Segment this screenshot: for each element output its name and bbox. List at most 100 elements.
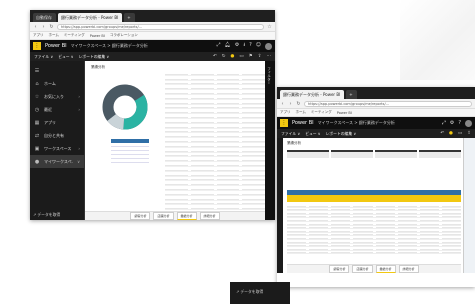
app-launcher-icon[interactable]: ⋮ (33, 42, 41, 50)
kpi-card[interactable] (331, 150, 373, 158)
sidebar-item-recent[interactable]: ◷ 最近 › (30, 103, 84, 116)
new-tab-button[interactable]: + (346, 90, 357, 99)
refresh-icon[interactable]: ↻ (222, 54, 226, 59)
reload-icon[interactable]: ↻ (296, 101, 301, 107)
page-tab-detail[interactable]: 詳細分析 (199, 212, 220, 220)
share-icon[interactable]: ⇪ (467, 131, 471, 136)
table-cell (375, 251, 395, 254)
page-tab-store[interactable]: 店舗分析 (352, 265, 373, 273)
app-launcher-icon[interactable]: ⋮ (280, 119, 288, 127)
bookmark-powerbi[interactable]: Power BI (337, 111, 352, 115)
forward-icon[interactable]: › (288, 101, 293, 107)
menu-edit-report[interactable]: レポートの編集 ∨ (79, 54, 110, 60)
back-icon[interactable]: ‹ (33, 24, 38, 30)
navigation-pane: ☰ ⌂ ホーム ☆ お気に入り › ◷ 最近 › ▦ アプリ ⇄ 自分と共有 ▣ ワークスペース… (30, 61, 84, 220)
table-cell (441, 204, 461, 207)
comment-icon[interactable]: ▭ (239, 54, 243, 59)
expand-icon[interactable]: ⤢ (217, 42, 221, 50)
menu-file[interactable]: ファイル ∨ (34, 54, 53, 60)
expand-icon[interactable]: ⤢ (442, 120, 446, 126)
bookmark-apps[interactable]: アプリ (33, 33, 44, 38)
table-cell (165, 201, 188, 205)
bookmark-meeting[interactable]: ミーティング (311, 110, 332, 115)
page-tab-customer[interactable]: 顧客分析 (329, 265, 350, 273)
breadcrumb[interactable]: マイワークスペース > 銀行業務データ分析 (318, 120, 438, 126)
sidebar-item-workspaces[interactable]: ▣ ワークスペース › (30, 142, 84, 155)
menu-file[interactable]: ファイル ∨ (281, 131, 300, 137)
url-field[interactable]: https://app.powerbi.com/groups/me/report… (304, 100, 472, 107)
page-tab-customer[interactable]: 顧客分析 (130, 212, 151, 220)
page-tab-performance[interactable]: 業績分析 (375, 265, 396, 273)
share-icon[interactable]: ⇪ (258, 54, 262, 59)
avatar[interactable] (265, 42, 272, 50)
url-field[interactable]: https://app.powerbi.com/groups/me/report… (57, 23, 264, 30)
table-cell (165, 114, 188, 118)
comment-icon[interactable]: ▭ (458, 131, 462, 136)
menu-edit-report[interactable]: レポートの編集 ∨ (326, 131, 357, 137)
more-icon[interactable]: ⋯ (267, 54, 272, 59)
table-cell (331, 233, 351, 236)
bookmark-powerbi[interactable]: Power BI (90, 34, 105, 38)
table-cell (441, 236, 461, 239)
sidebar-item-menu[interactable]: ☰ (30, 64, 84, 77)
help-icon[interactable]: ? (249, 42, 252, 50)
bookmark-home[interactable]: ホーム (49, 33, 59, 38)
table-cell (441, 240, 461, 243)
filters-pane[interactable]: フィルター (265, 61, 275, 220)
table-cell (375, 244, 395, 247)
reload-icon[interactable]: ↻ (49, 24, 54, 30)
sidebar-item-home[interactable]: ⌂ ホーム (30, 77, 84, 90)
help-icon[interactable]: ? (458, 120, 461, 126)
sidebar-item-favorites[interactable]: ☆ お気に入り › (30, 90, 84, 103)
page-tab-performance[interactable]: 業績分析 (176, 212, 197, 220)
breadcrumb[interactable]: マイワークスペース > 銀行業務データ分析 (71, 43, 213, 49)
get-data-link[interactable]: ↗ データを取得 (230, 282, 290, 304)
get-data-link[interactable]: ↗ データを取得 (33, 212, 60, 218)
feedback-icon[interactable]: ☺ (256, 42, 261, 50)
tab-autosave[interactable]: 自動保存 (33, 13, 56, 22)
star-icon[interactable]: ☆ (267, 24, 272, 30)
download-icon[interactable]: ⭳ (243, 42, 245, 50)
menu-view[interactable]: ビュー ∨ (58, 54, 73, 60)
kpi-card[interactable] (287, 150, 329, 158)
bookmark-meeting[interactable]: ミーティング (64, 33, 85, 38)
settings-icon[interactable]: ⚙ (450, 120, 454, 126)
kpi-card[interactable] (419, 150, 461, 158)
bookmark-icon[interactable]: ⚑ (249, 54, 253, 59)
table-cell (242, 205, 265, 210)
undo-icon[interactable]: ↶ (440, 131, 444, 136)
settings-icon[interactable]: ⚙ (235, 42, 239, 50)
menu-view[interactable]: ビュー ∨ (305, 131, 320, 137)
page-tab-store[interactable]: 店舗分析 (153, 212, 174, 220)
sidebar-item-apps[interactable]: ▦ アプリ (30, 116, 84, 129)
bookmark-apps[interactable]: アプリ (280, 110, 291, 115)
table-cell (375, 208, 395, 211)
table-cell (309, 229, 329, 232)
smile-icon[interactable]: ● (230, 54, 234, 59)
notification-icon[interactable]: 🔔︎ (225, 42, 231, 50)
forward-icon[interactable]: › (41, 24, 46, 30)
table-cell (242, 177, 265, 181)
browser-window-main[interactable]: 自動保存 銀行業務データ分析 - Power BI + ‹ › ↻ https:… (30, 10, 275, 220)
table-cell (190, 114, 214, 118)
address-bar: ‹ › ↻ https://app.powerbi.com/groups/me/… (277, 99, 475, 109)
donut-chart[interactable] (95, 79, 155, 135)
new-tab-button[interactable]: + (124, 13, 135, 22)
table-cell (375, 233, 395, 236)
table-cell (190, 100, 214, 104)
filters-pane[interactable] (463, 138, 475, 273)
bookmark-home[interactable]: ホーム (296, 110, 306, 115)
page-tabs: 顧客分析 店舗分析 業績分析 詳細分析 (85, 211, 265, 220)
back-icon[interactable]: ‹ (280, 101, 285, 107)
smile-icon[interactable]: ● (449, 131, 453, 136)
bookmark-collab[interactable]: コラボレーション (110, 33, 138, 38)
tab-powerbi[interactable]: 銀行業務データ分析 - Power BI (58, 13, 123, 22)
undo-icon[interactable]: ↶ (213, 54, 217, 59)
tab-powerbi[interactable]: 銀行業務データ分析 - Power BI (280, 90, 345, 99)
sidebar-item-my-workspace[interactable]: ● マイワークスペ... ∨ (30, 155, 84, 168)
browser-window-secondary[interactable]: 銀行業務データ分析 - Power BI + ‹ › ↻ https://app… (277, 87, 475, 287)
sidebar-item-shared[interactable]: ⇄ 自分と共有 (30, 129, 84, 142)
avatar[interactable] (465, 119, 472, 127)
page-tab-detail[interactable]: 詳細分析 (398, 265, 419, 273)
kpi-card[interactable] (375, 150, 417, 158)
